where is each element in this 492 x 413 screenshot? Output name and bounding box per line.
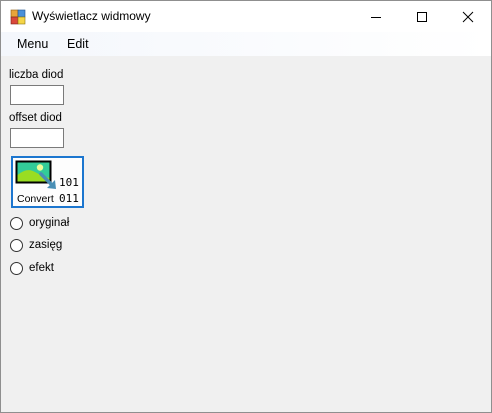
convert-button-label: Convert (17, 193, 54, 205)
radio-label: efekt (29, 262, 54, 274)
radio-label: oryginał (29, 217, 70, 229)
led-offset-label: offset diod (9, 112, 62, 124)
window-title: Wyświetlacz widmowy (32, 9, 151, 23)
led-offset-input[interactable] (10, 128, 64, 148)
radio-label: zasięg (29, 239, 63, 251)
close-icon (462, 11, 474, 22)
minimize-icon (371, 16, 381, 18)
convert-button[interactable]: 101 011 Convert (11, 156, 84, 208)
app-window: Wyświetlacz widmowy Menu Edit liczba dio… (0, 0, 492, 413)
windows-forms-app-icon (10, 9, 26, 25)
maximize-button[interactable] (399, 1, 445, 32)
led-count-input[interactable] (10, 85, 64, 105)
led-count-label: liczba diod (9, 69, 64, 81)
radio-button-circle[interactable] (10, 239, 23, 252)
menu-item-menu[interactable]: Menu (11, 32, 54, 56)
minimize-button[interactable] (353, 1, 399, 32)
convert-bits-bottom: 011 (59, 192, 79, 205)
menu-item-edit[interactable]: Edit (61, 32, 95, 56)
radio-button-circle[interactable] (10, 217, 23, 230)
convert-bits-top: 101 (59, 176, 79, 189)
maximize-icon (417, 11, 427, 22)
close-button[interactable] (445, 1, 491, 32)
radio-button-circle[interactable] (10, 262, 23, 275)
title-bar[interactable]: Wyświetlacz widmowy (1, 1, 491, 32)
menu-bar: Menu Edit (1, 32, 491, 56)
